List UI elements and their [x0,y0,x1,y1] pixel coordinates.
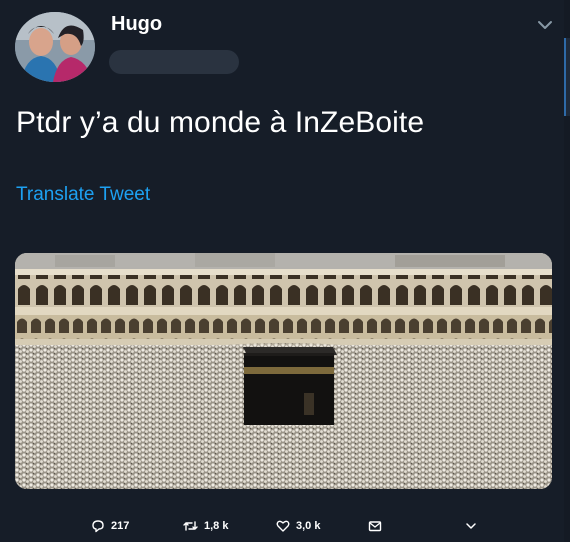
scrollbar-thumb[interactable] [564,38,570,116]
retweet-count: 1,8 k [204,520,229,532]
scrollbar-track[interactable] [564,0,570,542]
like-button[interactable]: 3,0 k [276,515,320,537]
more-options-button[interactable] [464,515,478,537]
tweet-text: Ptdr y’a du monde à InZeBoite [16,106,425,139]
tweet-card: Hugo Ptdr y’a du monde à InZeBoite Trans… [0,0,570,542]
like-count: 3,0 k [296,520,321,532]
direct-message-button[interactable] [368,515,382,537]
reply-count: 217 [111,520,130,532]
reply-button[interactable]: 217 [91,515,129,537]
chevron-down-icon[interactable] [534,14,556,36]
display-name[interactable]: Hugo [111,13,162,36]
heart-icon [276,519,290,533]
reply-icon [91,519,105,533]
tweet-image[interactable] [15,253,552,489]
retweet-button[interactable]: 1,8 k [183,515,228,537]
envelope-icon [368,519,382,533]
tweet-action-bar: 217 1,8 k 3,0 k [0,515,570,539]
chevron-down-icon [464,519,478,533]
retweet-icon [183,519,198,533]
blurred-handle [109,50,239,74]
translate-tweet-link[interactable]: Translate Tweet [16,184,150,206]
avatar[interactable] [15,12,95,82]
